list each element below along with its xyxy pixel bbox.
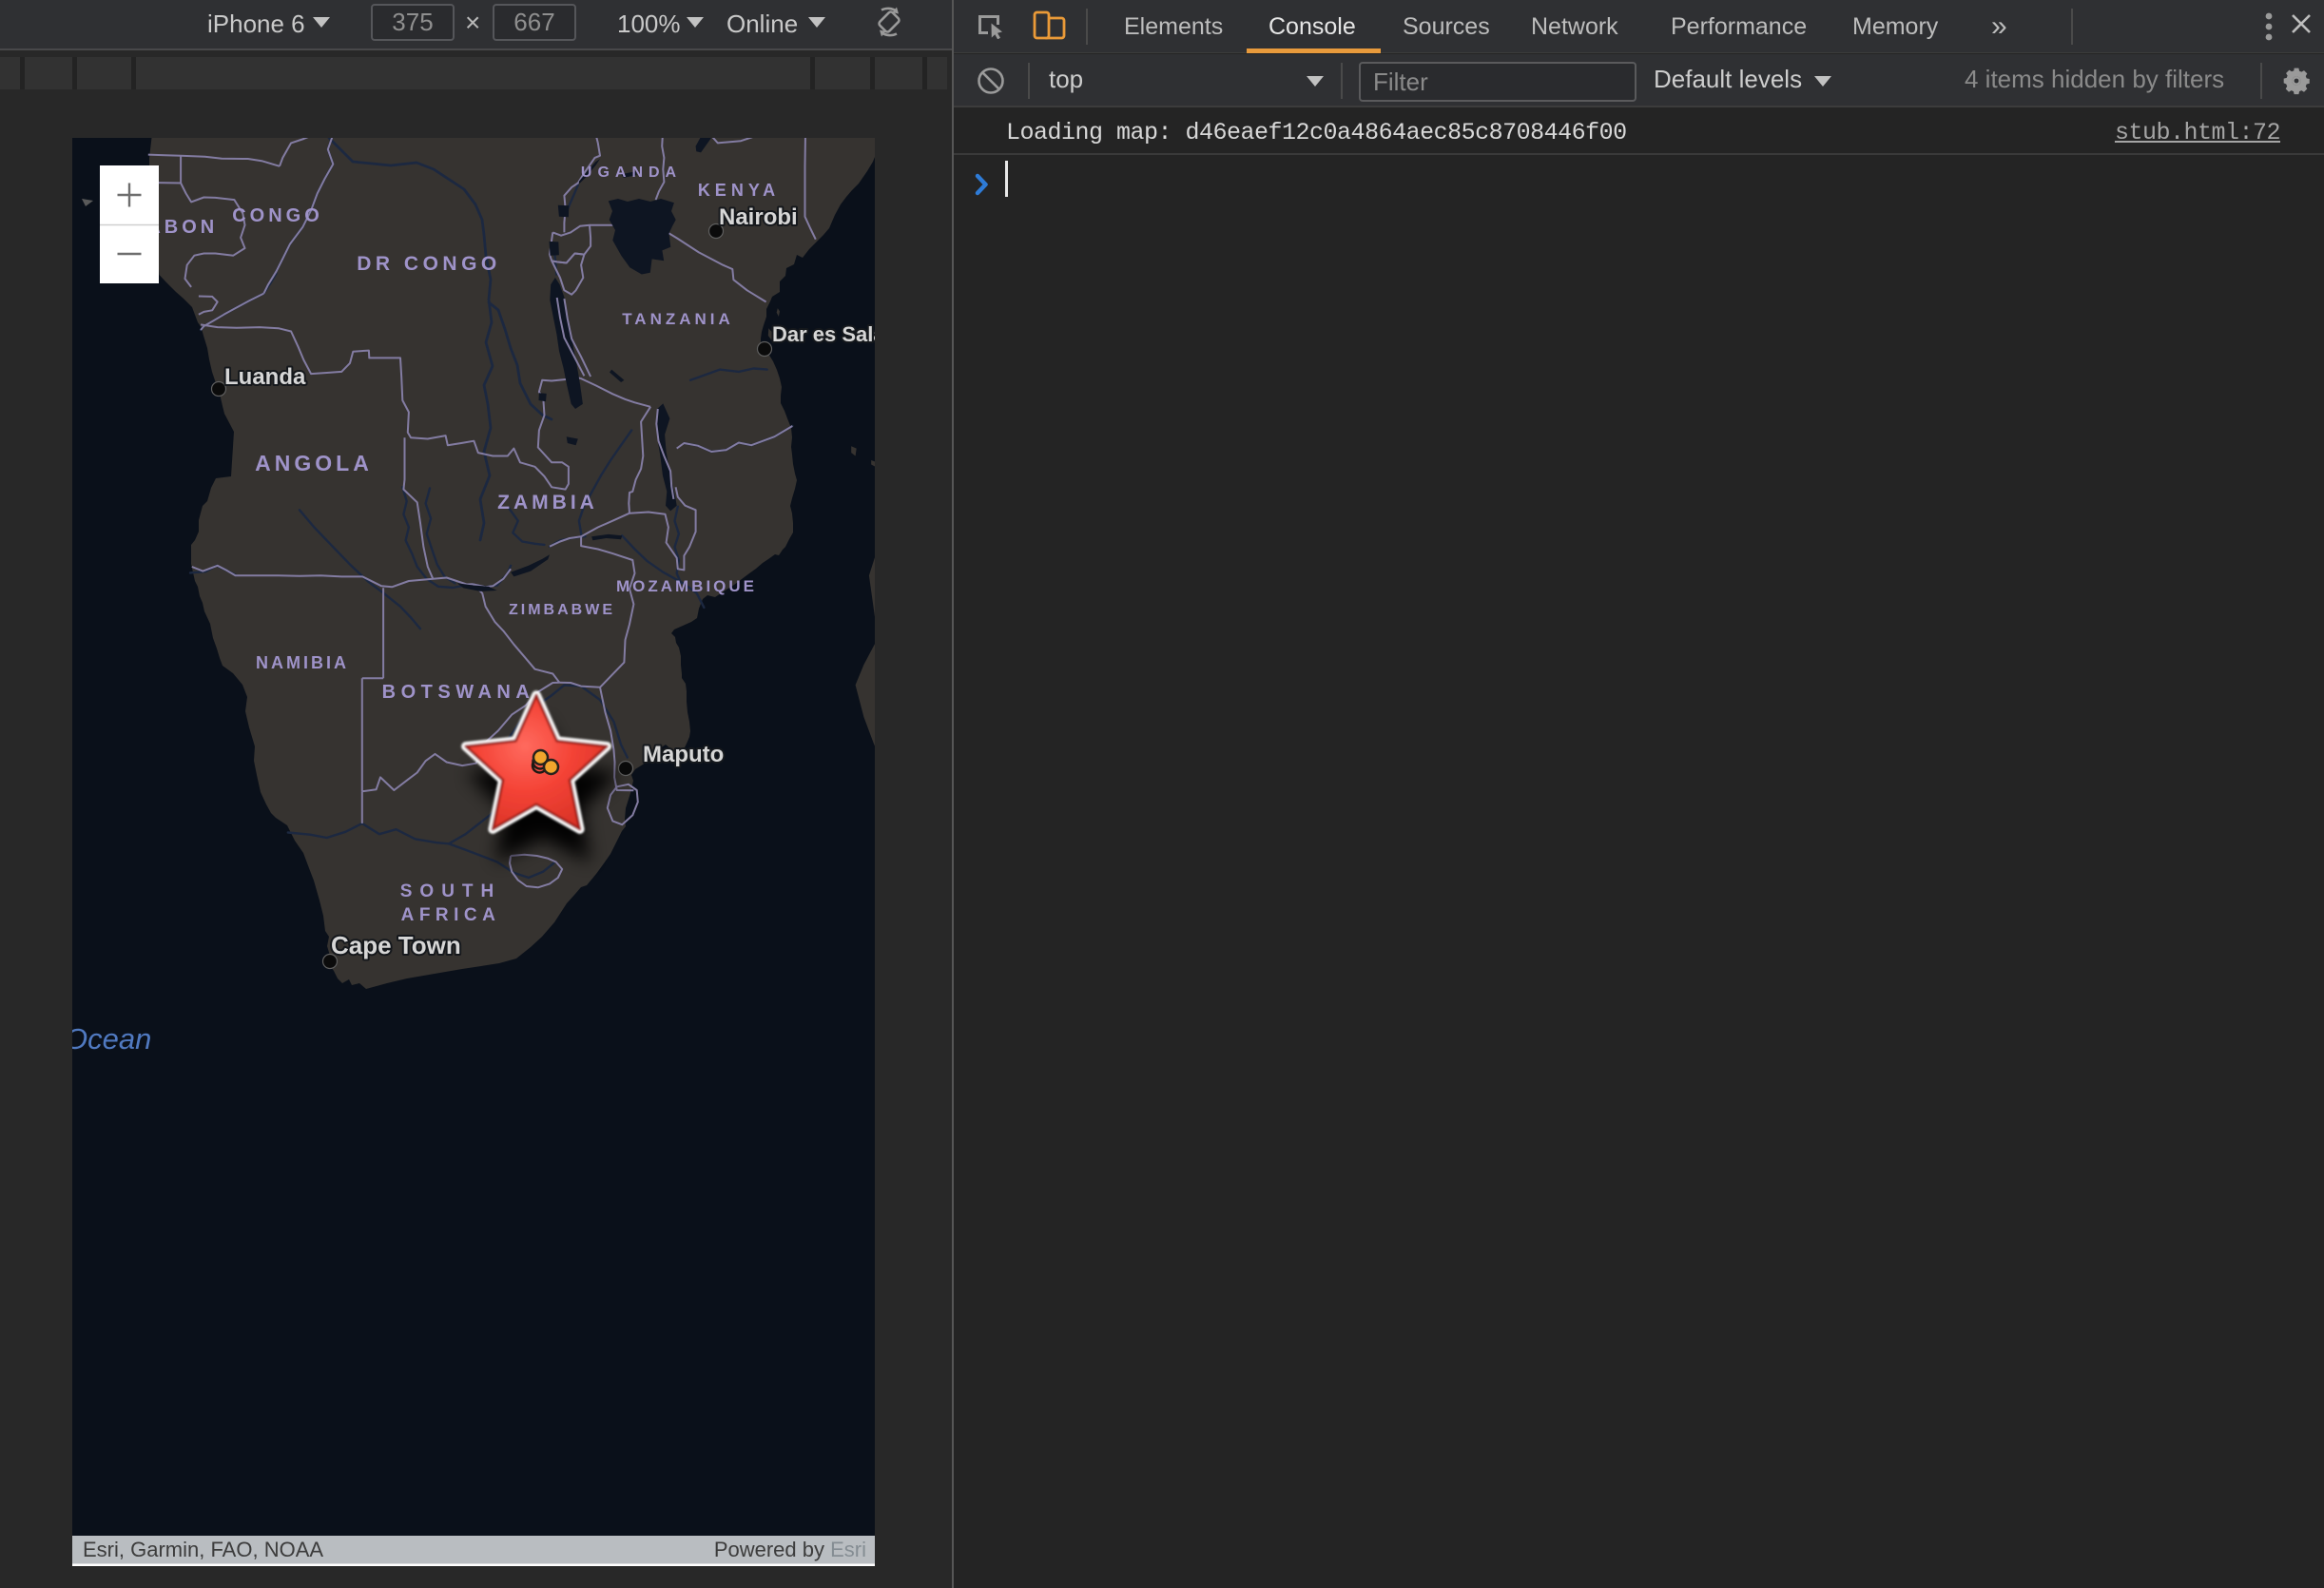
svg-text:Nairobi: Nairobi bbox=[719, 204, 798, 230]
svg-text:SOUTH: SOUTH bbox=[400, 881, 502, 901]
svg-text:Powered by Esri: Powered by Esri bbox=[714, 1538, 866, 1561]
svg-text:AFRICA: AFRICA bbox=[401, 905, 501, 925]
svg-text:KENYA: KENYA bbox=[698, 181, 780, 200]
svg-text:UGANDA: UGANDA bbox=[581, 165, 682, 181]
svg-text:Dar es Salaam: Dar es Salaam bbox=[772, 322, 875, 346]
svg-text:DR CONGO: DR CONGO bbox=[357, 253, 501, 275]
svg-text:BOTSWANA: BOTSWANA bbox=[382, 682, 535, 703]
svg-text:NAMIBIA: NAMIBIA bbox=[256, 653, 349, 672]
svg-text:ANGOLA: ANGOLA bbox=[255, 451, 373, 475]
svg-text:Luanda: Luanda bbox=[224, 364, 306, 390]
svg-text:TANZANIA: TANZANIA bbox=[622, 310, 734, 328]
svg-text:ZAMBIA: ZAMBIA bbox=[497, 492, 598, 513]
svg-text:MOZAMBIQUE: MOZAMBIQUE bbox=[616, 577, 757, 595]
svg-text:CONGO: CONGO bbox=[232, 205, 323, 226]
svg-text:ZIMBABWE: ZIMBABWE bbox=[509, 602, 615, 618]
svg-text:Maputo: Maputo bbox=[643, 742, 724, 767]
svg-text:Cape Town: Cape Town bbox=[331, 931, 461, 959]
svg-text:Esri, Garmin, FAO, NOAA: Esri, Garmin, FAO, NOAA bbox=[83, 1538, 323, 1561]
svg-text:Ocean: Ocean bbox=[72, 1022, 151, 1055]
